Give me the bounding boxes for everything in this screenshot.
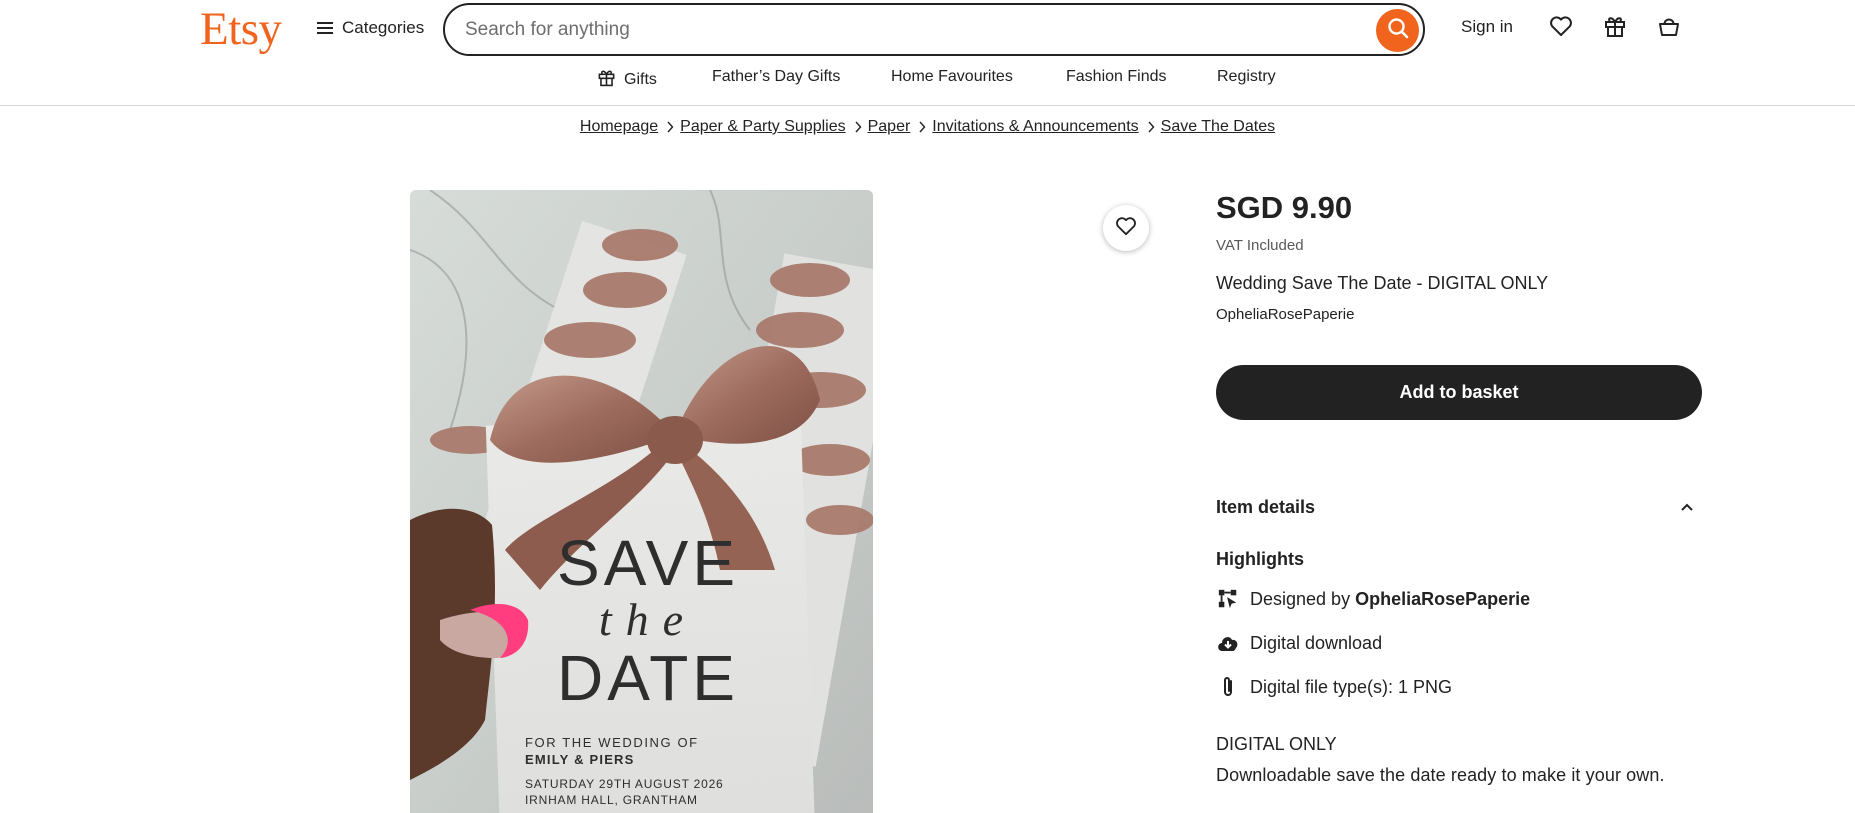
product-image[interactable]: SAVE the DATE FOR THE WEDDING OF EMILY &… — [410, 190, 873, 813]
file-types-label: Digital file type(s): 1 PNG — [1250, 676, 1453, 697]
cloud-download-icon — [1216, 631, 1240, 655]
designer-name-link[interactable]: OpheliaRosePaperie — [1355, 589, 1530, 609]
card-text-for-wedding: FOR THE WEDDING OF — [525, 735, 699, 750]
designer-icon — [1216, 587, 1240, 611]
card-text-venue: IRNHAM HALL, GRANTHAM — [525, 793, 698, 807]
product-title: Wedding Save The Date - DIGITAL ONLY — [1216, 273, 1549, 293]
gift-icon — [1603, 14, 1627, 43]
vat-note: VAT Included — [1216, 237, 1304, 254]
highlight-file-types: Digital file type(s): 1 PNG — [1216, 675, 1452, 699]
breadcrumb-link-homepage[interactable]: Homepage — [580, 118, 658, 136]
add-to-favorites-button[interactable] — [1103, 205, 1149, 251]
basket-button[interactable] — [1655, 14, 1683, 42]
heart-icon — [1115, 216, 1137, 241]
breadcrumb-link-invitations[interactable]: Invitations & Announcements — [932, 118, 1138, 136]
add-to-basket-button[interactable]: Add to basket — [1216, 365, 1702, 420]
nav-item-label: Gifts — [624, 71, 657, 88]
heart-icon — [1549, 15, 1573, 42]
chevron-right-icon — [1147, 121, 1155, 133]
gift-icon — [597, 68, 616, 92]
chevron-up-icon — [1680, 499, 1694, 517]
categories-button[interactable]: Categories — [316, 16, 424, 40]
chevron-right-icon — [854, 121, 862, 133]
breadcrumb-link-paper[interactable]: Paper — [868, 118, 911, 136]
nav-item-fathers-day-gifts[interactable]: Father’s Day Gifts — [712, 68, 840, 86]
favorites-button[interactable] — [1547, 14, 1575, 42]
search-input[interactable] — [465, 18, 1325, 41]
site-header: Etsy Categories Sign in — [0, 0, 1855, 106]
chevron-right-icon — [666, 121, 674, 133]
chevron-right-icon — [918, 121, 926, 133]
nav-item-gifts[interactable]: Gifts — [597, 68, 657, 92]
search-bar — [443, 3, 1425, 56]
card-text-names: EMILY & PIERS — [525, 752, 635, 767]
nav-item-home-favourites[interactable]: Home Favourites — [891, 68, 1013, 86]
item-details-heading: Item details — [1216, 497, 1316, 517]
highlight-designed-by: Designed by OpheliaRosePaperie — [1216, 587, 1530, 611]
digital-download-label: Digital download — [1250, 632, 1383, 653]
shop-name-link[interactable]: OpheliaRosePaperie — [1216, 306, 1354, 323]
nav-item-fashion-finds[interactable]: Fashion Finds — [1066, 68, 1167, 86]
search-icon — [1386, 16, 1410, 45]
breadcrumb: Homepage Paper & Party Supplies Paper In… — [0, 118, 1855, 136]
gift-button[interactable] — [1601, 14, 1629, 42]
highlight-digital-download: Digital download — [1216, 631, 1382, 655]
highlights-heading: Highlights — [1216, 549, 1304, 569]
product-price: SGD 9.90 — [1216, 190, 1353, 225]
search-button[interactable] — [1376, 9, 1419, 52]
description-body: Downloadable save the date ready to make… — [1216, 765, 1665, 785]
menu-icon — [316, 20, 334, 36]
card-text-the: the — [599, 594, 697, 645]
categories-label: Categories — [342, 18, 425, 37]
description-title: DIGITAL ONLY — [1216, 734, 1337, 754]
designed-by-prefix: Designed by — [1250, 588, 1351, 609]
breadcrumb-link-paper-party[interactable]: Paper & Party Supplies — [680, 118, 845, 136]
etsy-logo[interactable]: Etsy — [200, 2, 282, 56]
card-text-date-line: SATURDAY 29TH AUGUST 2026 — [525, 777, 724, 791]
card-text-save: SAVE — [557, 527, 739, 599]
sign-in-link[interactable]: Sign in — [1461, 17, 1513, 37]
breadcrumb-link-save-the-dates[interactable]: Save The Dates — [1161, 118, 1275, 136]
card-text-date: DATE — [557, 642, 739, 714]
nav-item-registry[interactable]: Registry — [1217, 68, 1276, 86]
top-nav: Gifts Father’s Day Gifts Home Favourites… — [0, 66, 1855, 92]
basket-icon — [1657, 14, 1681, 43]
item-details-toggle[interactable]: Item details — [1216, 497, 1702, 518]
paperclip-icon — [1216, 675, 1240, 699]
